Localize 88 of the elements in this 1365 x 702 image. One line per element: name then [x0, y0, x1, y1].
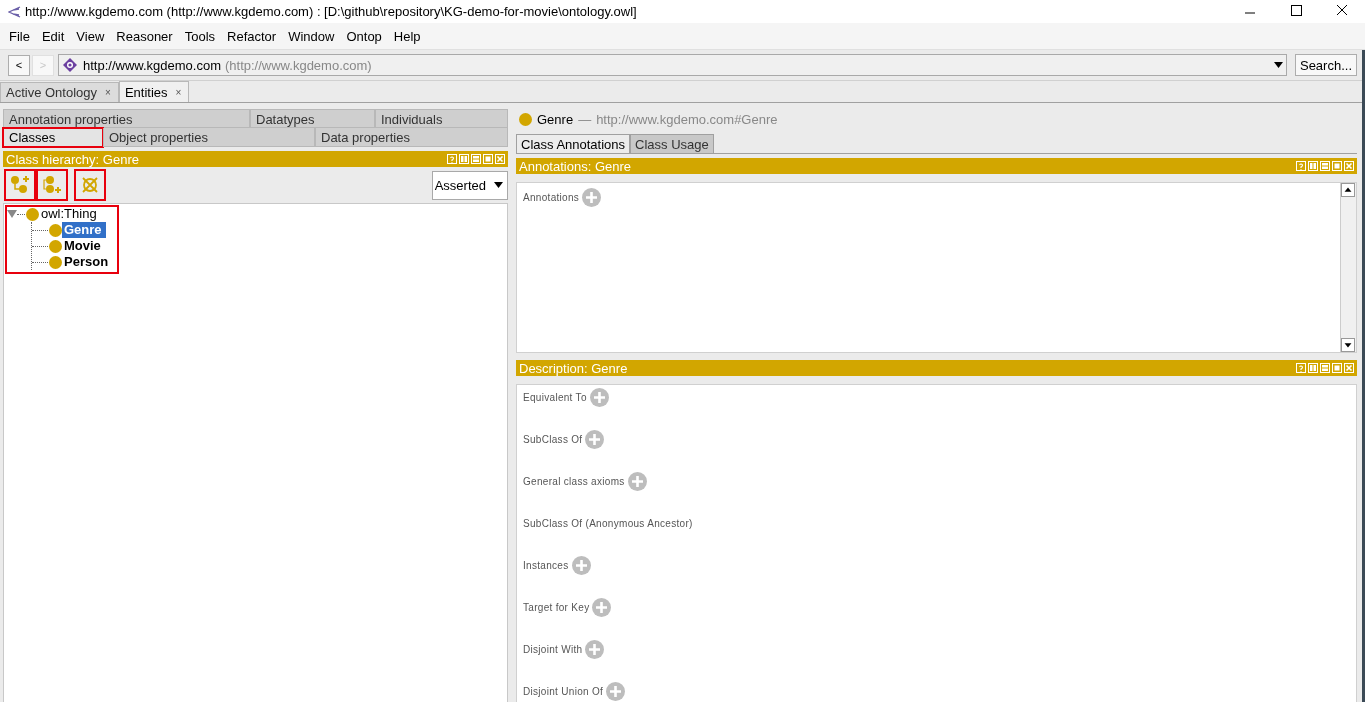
entity-tab[interactable]: Datatypes: [250, 109, 375, 128]
tree-item[interactable]: Movie: [62, 238, 105, 254]
menu-item[interactable]: Refactor: [221, 28, 283, 44]
panel-title: Class hierarchy: Genre: [6, 151, 139, 167]
panel-title: Description: Genre: [519, 360, 628, 376]
workspace-tab[interactable]: Active Ontology ×: [0, 82, 119, 102]
split-vertical-icon[interactable]: [1308, 161, 1318, 171]
section-label: Target for Key: [523, 601, 590, 613]
close-icon[interactable]: [495, 154, 505, 164]
ontology-icon: [63, 58, 77, 72]
view-tab[interactable]: Class Usage: [630, 134, 714, 153]
split-horizontal-icon[interactable]: [1320, 161, 1330, 171]
section-label: Disjoint Union Of: [523, 685, 604, 697]
tab-label: Entities: [124, 84, 168, 100]
tree-item[interactable]: Genre: [62, 222, 106, 238]
class-icon: [26, 207, 39, 221]
add-icon[interactable]: [592, 597, 612, 617]
section-label: SubClass Of (Anonymous Ancestor): [523, 517, 693, 529]
add-icon[interactable]: [571, 555, 591, 575]
tree-item[interactable]: owl:Thing: [39, 206, 101, 222]
close-tab-icon[interactable]: ×: [175, 86, 182, 98]
section-label: Disjoint With: [523, 643, 583, 655]
section-label: General class axioms: [523, 475, 625, 487]
entity-tab[interactable]: Individuals: [375, 109, 508, 128]
expand-toggle-icon[interactable]: [7, 209, 17, 219]
help-icon[interactable]: [1296, 161, 1306, 171]
caret-icon[interactable]: [1273, 62, 1283, 68]
delete-class-icon: [80, 175, 100, 195]
add-sibling-icon: [42, 175, 62, 195]
section-label: SubClass Of: [523, 433, 583, 445]
entity-tab[interactable]: Object properties: [103, 128, 315, 147]
split-horizontal-icon[interactable]: [1320, 363, 1330, 373]
split-vertical-icon[interactable]: [1308, 363, 1318, 373]
menu-item[interactable]: File: [3, 28, 36, 44]
scrollbar[interactable]: [1340, 183, 1356, 352]
add-icon[interactable]: [585, 429, 605, 449]
caret-icon: [494, 182, 503, 188]
app-logo-icon: [8, 5, 21, 18]
menu-item[interactable]: Window: [282, 28, 341, 44]
ontology-iri: http://www.kgdemo.com: [83, 57, 221, 73]
menu-item[interactable]: View: [70, 28, 111, 44]
scroll-up-icon[interactable]: [1341, 183, 1355, 197]
hierarchy-mode-dropdown[interactable]: Asserted: [431, 170, 508, 200]
scroll-down-icon[interactable]: [1341, 338, 1355, 352]
entity-tab[interactable]: Classes: [3, 128, 103, 147]
add-icon[interactable]: [606, 681, 626, 701]
help-icon[interactable]: [1296, 363, 1306, 373]
menu-item[interactable]: Ontop: [340, 28, 388, 44]
delete-button[interactable]: [75, 170, 105, 200]
split-horizontal-icon[interactable]: [471, 154, 481, 164]
help-icon[interactable]: [447, 154, 457, 164]
ontology-address-field[interactable]: http://www.kgdemo.com (http://www.kgdemo.com): [58, 54, 1287, 76]
add-subclass-button[interactable]: [5, 170, 35, 200]
menu-item[interactable]: Help: [387, 28, 427, 44]
ontology-version-iri: (http://www.kgdemo.com): [225, 57, 372, 73]
entity-tab[interactable]: Data properties: [315, 128, 508, 147]
close-icon[interactable]: [1344, 363, 1354, 373]
entity-tab[interactable]: Annotation properties: [3, 109, 250, 128]
back-button[interactable]: <: [8, 54, 30, 76]
tab-label: Active Ontology: [6, 85, 98, 100]
add-sibling-button[interactable]: [37, 170, 67, 200]
section-label: Instances: [523, 559, 569, 571]
add-icon[interactable]: [589, 387, 609, 407]
section-label: Equivalent To: [523, 391, 587, 403]
menu-item[interactable]: Reasoner: [110, 28, 179, 44]
view-tab[interactable]: Class Annotations: [516, 134, 631, 153]
window-title: http://www.kgdemo.com (http://www.kgdemo.com) : [D:\github\repository\KG-demo-for-movie\ontology.owl]: [25, 4, 637, 19]
section-label: Annotations: [523, 191, 580, 203]
entity-iri: http://www.kgdemo.com#Genre: [596, 111, 778, 127]
close-icon[interactable]: [1344, 161, 1354, 171]
add-icon[interactable]: [627, 471, 647, 491]
class-icon: [49, 255, 62, 269]
search-button[interactable]: Search...: [1294, 54, 1357, 76]
add-icon[interactable]: [582, 187, 602, 207]
class-icon: [519, 112, 532, 126]
tree-item[interactable]: Person: [62, 254, 113, 270]
workspace-tab[interactable]: Entities ×: [118, 81, 190, 102]
add-subclass-icon: [10, 175, 30, 195]
class-icon: [49, 239, 62, 253]
menu-item[interactable]: Edit: [35, 28, 71, 44]
menu-item[interactable]: Tools: [178, 28, 222, 44]
split-vertical-icon[interactable]: [459, 154, 469, 164]
close-tab-icon[interactable]: ×: [105, 87, 111, 98]
entity-name: Genre: [537, 111, 574, 127]
add-icon[interactable]: [585, 639, 605, 659]
separator: —: [578, 111, 592, 127]
class-icon: [49, 223, 62, 237]
panel-title: Annotations: Genre: [519, 158, 632, 174]
